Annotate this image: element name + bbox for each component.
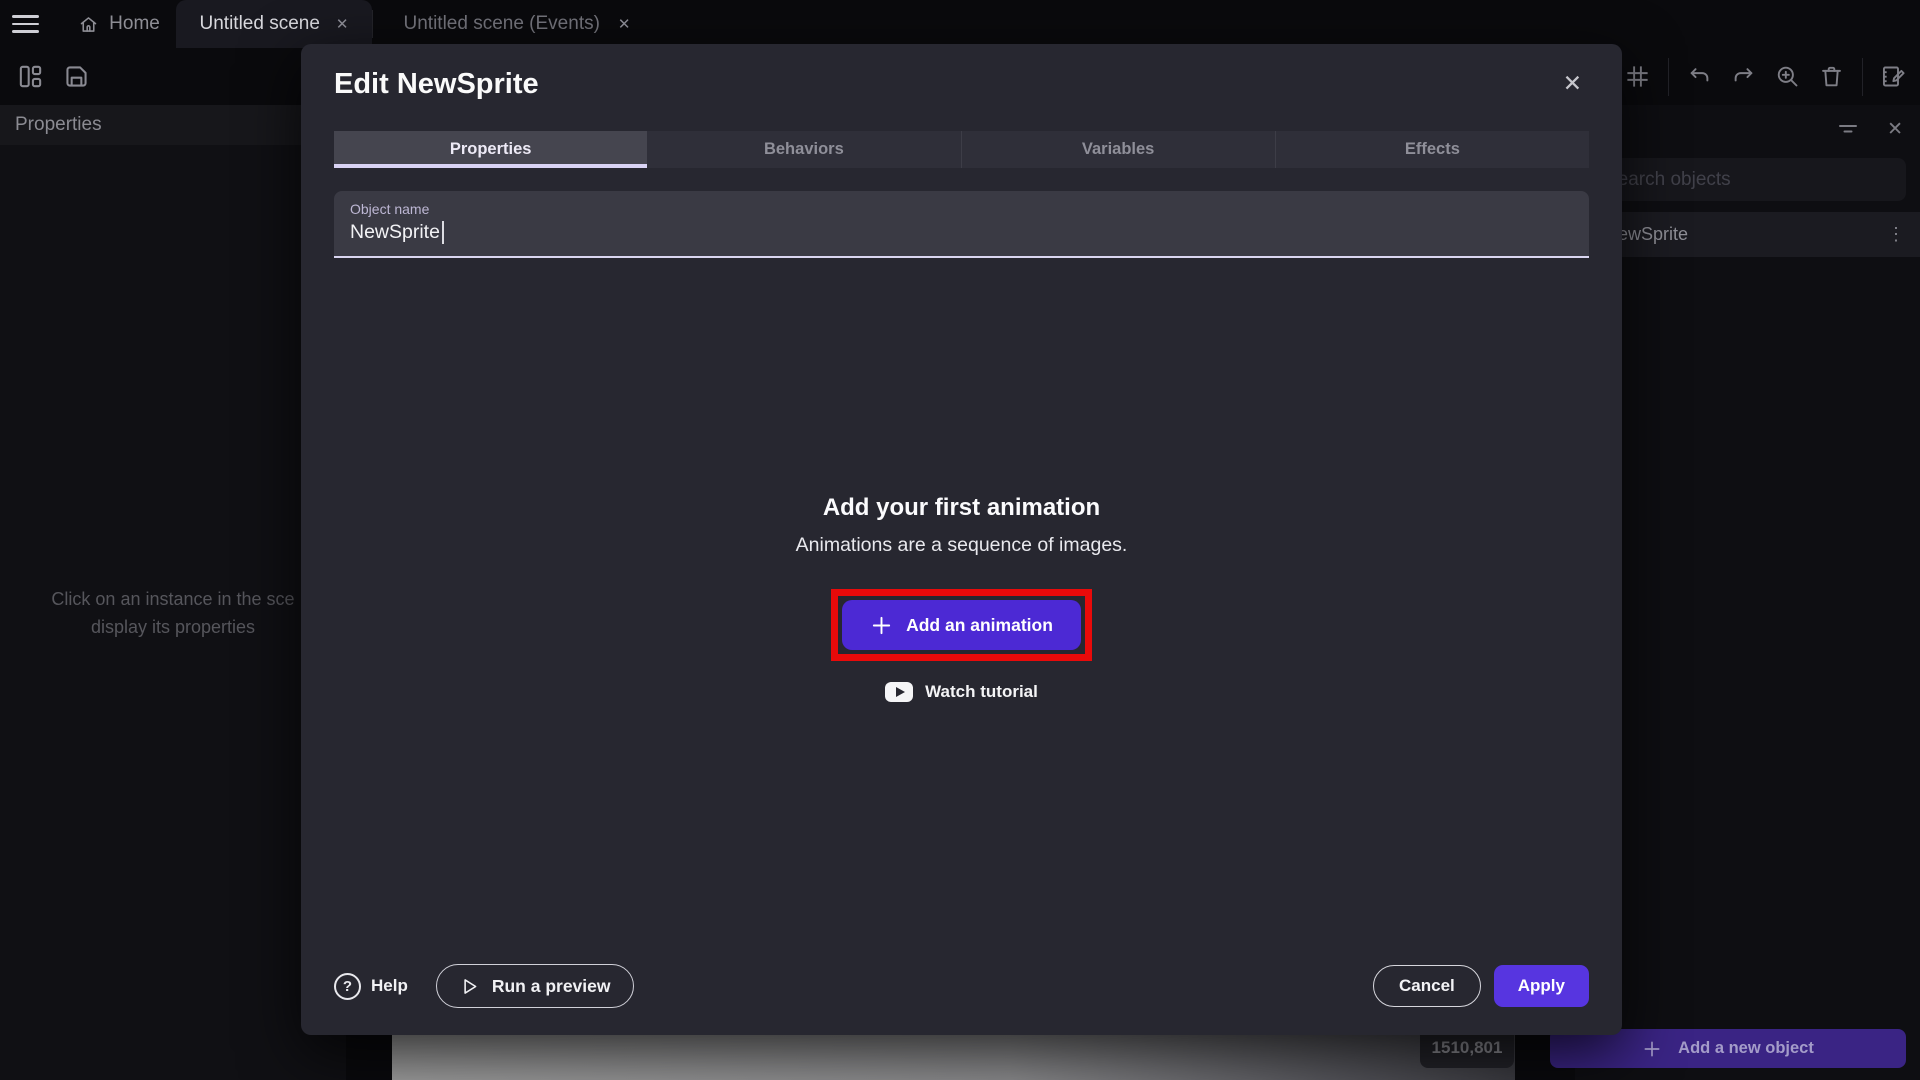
search-objects-input[interactable] bbox=[1588, 158, 1906, 201]
animations-empty-state: Add your first animation Animations are … bbox=[301, 494, 1622, 702]
properties-panel-header: Properties bbox=[0, 105, 346, 145]
watch-tutorial-label: Watch tutorial bbox=[925, 682, 1038, 702]
dialog-footer: ? Help Run a preview Cancel Apply bbox=[334, 963, 1589, 1009]
properties-panel-title: Properties bbox=[15, 114, 102, 136]
grid-icon bbox=[1624, 63, 1651, 90]
dialog-tabs: Properties Behaviors Variables Effects bbox=[334, 131, 1589, 168]
youtube-icon bbox=[885, 682, 913, 702]
highlight-rectangle: Add an animation bbox=[831, 589, 1092, 661]
play-icon bbox=[459, 976, 480, 997]
undo-button[interactable] bbox=[1686, 63, 1713, 90]
objects-panel: ✕ NewSprite ⋮ bbox=[1575, 105, 1920, 1080]
trash-icon bbox=[1818, 63, 1845, 90]
empty-state-subtitle: Animations are a sequence of images. bbox=[796, 534, 1128, 557]
plus-icon bbox=[870, 614, 893, 637]
plus-icon bbox=[1642, 1039, 1662, 1059]
edit-object-dialog: Edit NewSprite ✕ Properties Behaviors Va… bbox=[301, 44, 1622, 1035]
hamburger-icon bbox=[12, 10, 39, 38]
tab-untitled-scene-events[interactable]: Untitled scene (Events) ✕ bbox=[373, 0, 661, 48]
empty-state-title: Add your first animation bbox=[823, 494, 1100, 522]
close-panel-icon[interactable]: ✕ bbox=[1887, 118, 1903, 141]
tab-variables[interactable]: Variables bbox=[961, 131, 1275, 168]
run-preview-button[interactable]: Run a preview bbox=[436, 964, 634, 1008]
tab-untitled-scene[interactable]: Untitled scene ✕ bbox=[176, 0, 372, 48]
close-tab-icon[interactable]: ✕ bbox=[618, 15, 631, 33]
help-button[interactable]: ? Help bbox=[334, 973, 408, 1000]
events-sheet-icon bbox=[1880, 63, 1907, 90]
run-preview-label: Run a preview bbox=[492, 976, 611, 997]
object-name-label: Object name bbox=[350, 201, 1573, 217]
undo-icon bbox=[1686, 63, 1713, 90]
delete-button[interactable] bbox=[1818, 63, 1845, 90]
toolbar-separator bbox=[1668, 58, 1669, 96]
tab-properties[interactable]: Properties bbox=[334, 131, 647, 168]
object-list-item[interactable]: NewSprite ⋮ bbox=[1575, 212, 1920, 257]
close-tab-icon[interactable]: ✕ bbox=[336, 15, 349, 33]
question-mark-icon: ? bbox=[334, 973, 361, 1000]
tab-behaviors[interactable]: Behaviors bbox=[647, 131, 960, 168]
objects-panel-header: ✕ bbox=[1575, 105, 1920, 153]
text-cursor bbox=[442, 221, 444, 244]
save-icon bbox=[62, 62, 91, 91]
apply-button[interactable]: Apply bbox=[1494, 965, 1589, 1007]
tab-home[interactable]: Home bbox=[62, 0, 176, 48]
zoom-in-icon bbox=[1774, 63, 1801, 90]
tab-events-label: Untitled scene (Events) bbox=[404, 13, 600, 35]
kebab-menu-icon[interactable]: ⋮ bbox=[1887, 224, 1906, 245]
cancel-button[interactable]: Cancel bbox=[1373, 965, 1481, 1007]
dialog-title: Edit NewSprite bbox=[334, 68, 539, 101]
tab-home-label: Home bbox=[109, 13, 160, 35]
top-tab-bar: Home Untitled scene ✕ Untitled scene (Ev… bbox=[0, 0, 1920, 48]
hamburger-menu-button[interactable] bbox=[0, 0, 50, 48]
redo-button[interactable] bbox=[1730, 63, 1757, 90]
tab-effects[interactable]: Effects bbox=[1275, 131, 1589, 168]
object-name-field[interactable]: Object name NewSprite bbox=[334, 191, 1589, 258]
help-label: Help bbox=[371, 976, 408, 996]
toolbar-separator bbox=[1862, 58, 1863, 96]
grid-button[interactable] bbox=[1624, 63, 1651, 90]
panels-layout-button[interactable] bbox=[16, 62, 45, 91]
properties-empty-message: Click on an instance in the sce display … bbox=[0, 585, 346, 641]
zoom-in-button[interactable] bbox=[1774, 63, 1801, 90]
close-dialog-icon[interactable]: ✕ bbox=[1563, 70, 1582, 97]
watch-tutorial-link[interactable]: Watch tutorial bbox=[885, 682, 1038, 702]
object-name-value: NewSprite bbox=[350, 221, 1573, 244]
add-animation-label: Add an animation bbox=[906, 615, 1053, 636]
add-animation-button[interactable]: Add an animation bbox=[842, 600, 1081, 650]
properties-panel: Properties Click on an instance in the s… bbox=[0, 105, 346, 1080]
scene-canvas-edge[interactable] bbox=[392, 1035, 1515, 1080]
redo-icon bbox=[1730, 63, 1757, 90]
add-new-object-label: Add a new object bbox=[1678, 1039, 1814, 1058]
save-button[interactable] bbox=[62, 62, 91, 91]
open-events-editor-button[interactable] bbox=[1880, 63, 1907, 90]
tab-scene-label: Untitled scene bbox=[200, 13, 320, 35]
filter-icon[interactable] bbox=[1836, 117, 1860, 141]
home-icon bbox=[78, 14, 99, 35]
panels-layout-icon bbox=[16, 62, 45, 91]
